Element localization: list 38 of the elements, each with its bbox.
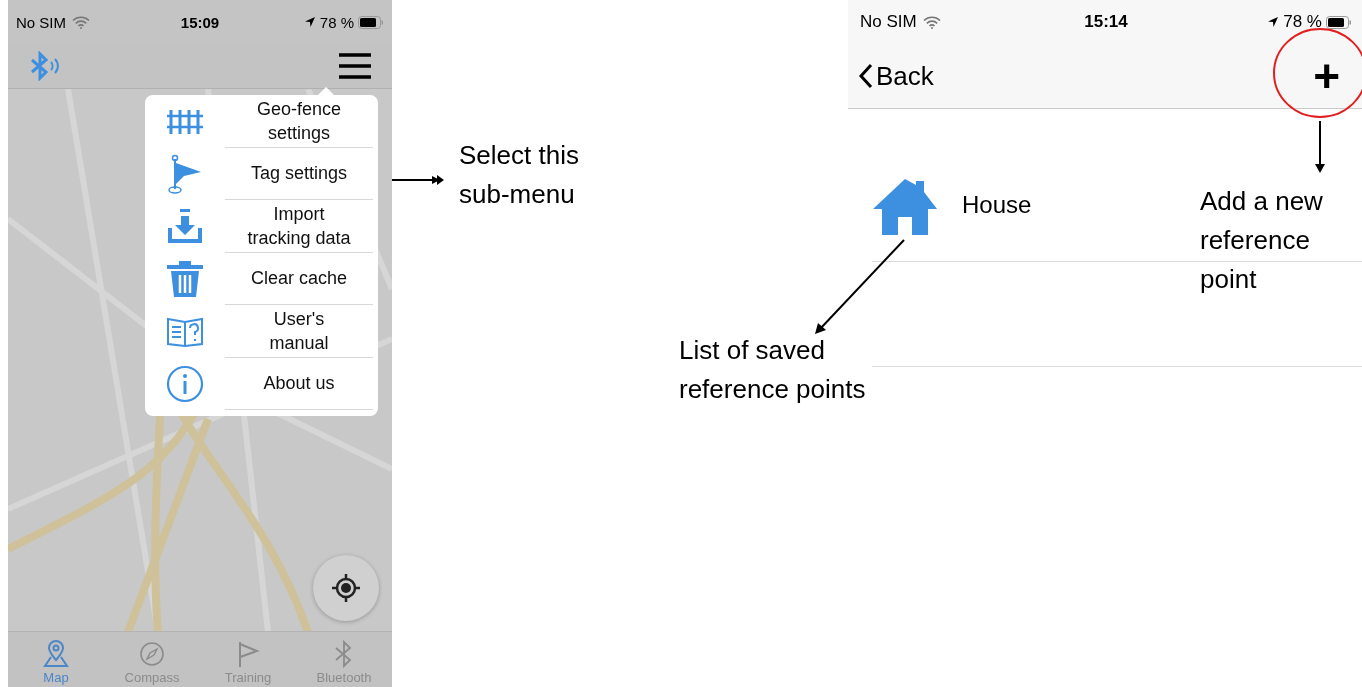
location-arrow-icon <box>303 16 316 28</box>
battery-icon <box>358 15 384 29</box>
arrow <box>1315 120 1325 173</box>
menu-item[interactable]: Tag settings <box>225 147 373 200</box>
arrow <box>391 175 444 185</box>
add-button[interactable]: + <box>1313 53 1340 99</box>
info-icon <box>166 364 204 403</box>
battery-icon <box>1326 15 1352 29</box>
location-arrow-icon <box>1267 16 1280 28</box>
menu-item[interactable]: About us <box>225 357 373 410</box>
menu-item[interactable]: Clear cache <box>225 252 373 305</box>
wifi-icon <box>922 15 941 29</box>
flag-icon <box>167 153 203 194</box>
battery-text: 78 % <box>319 13 354 31</box>
menu-icon[interactable] <box>338 53 372 79</box>
map-pin-icon <box>42 640 70 668</box>
trash-icon <box>166 259 204 298</box>
menu-item[interactable]: Geo-fence settings <box>225 95 373 148</box>
book-question-icon <box>166 315 204 348</box>
wifi-icon <box>72 15 90 29</box>
annotation-text: List of saved reference points <box>679 334 866 406</box>
carrier-text: No SIM <box>16 13 66 31</box>
carrier-text: No SIM <box>860 12 917 32</box>
house-icon <box>872 177 938 235</box>
list-item-label[interactable]: House <box>962 191 1032 219</box>
compass-icon <box>138 640 166 668</box>
menu-item[interactable]: Import tracking data <box>225 200 373 253</box>
menu-item[interactable]: User's manual <box>225 305 373 358</box>
annotation-text: Select this sub-menu <box>459 139 579 211</box>
fence-icon <box>166 108 204 135</box>
time-text: 15:14 <box>1084 12 1128 32</box>
time-text: 15:09 <box>180 13 220 31</box>
back-button[interactable]: Back <box>858 60 934 92</box>
annotation-text: Add a new reference point <box>1200 185 1323 296</box>
download-tray-icon <box>167 208 203 245</box>
battery-text: 78 % <box>1283 12 1322 32</box>
crosshair-icon <box>331 573 361 603</box>
chevron-left-icon <box>858 63 874 89</box>
